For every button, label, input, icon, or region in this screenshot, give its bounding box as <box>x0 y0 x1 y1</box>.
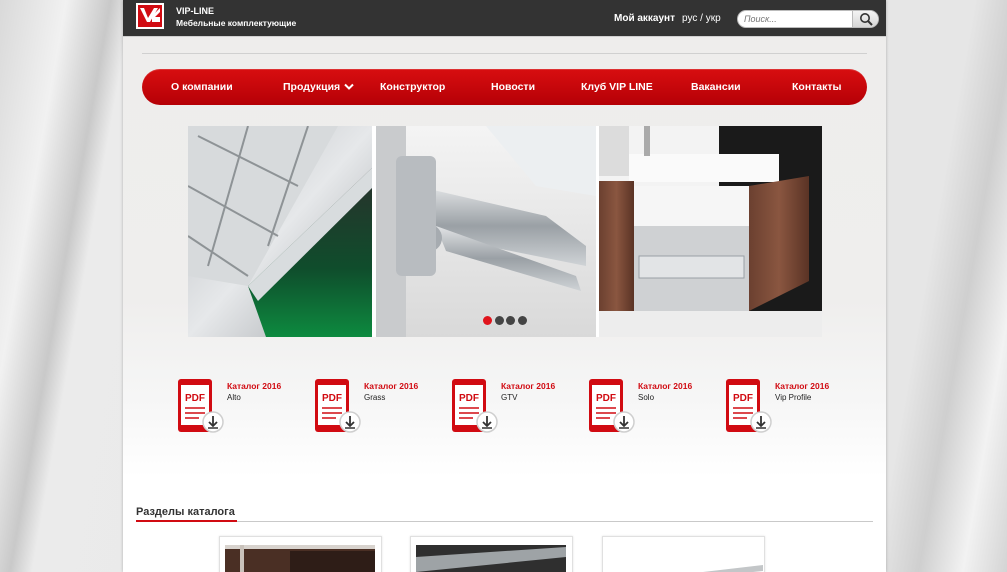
section-thumbnail-image <box>225 545 375 572</box>
catalog-download-item[interactable]: PDF Каталог 2016 Vip Profile <box>725 378 855 436</box>
section-divider <box>136 521 873 522</box>
catalog-name: Alto <box>227 393 241 402</box>
catalog-section-card[interactable] <box>602 536 765 572</box>
nav-item-products[interactable]: Продукция <box>283 81 354 93</box>
catalog-name: Vip Profile <box>775 393 812 402</box>
nav-item-about[interactable]: О компании <box>171 81 233 93</box>
my-account-link[interactable]: Мой аккаунт <box>614 13 675 24</box>
catalog-downloads: PDF Каталог 2016 Alto PDF Каталог 2016 Grass P… <box>123 378 886 438</box>
slider-dot[interactable] <box>506 316 515 325</box>
catalog-section-card[interactable] <box>410 536 573 572</box>
search-button[interactable] <box>852 11 878 27</box>
logo-mark-icon <box>138 5 162 27</box>
nav-item-label: Конструктор <box>380 81 446 93</box>
search-box <box>737 10 879 28</box>
catalog-name: Grass <box>364 393 386 402</box>
nav-item-constructor[interactable]: Конструктор <box>380 81 445 93</box>
main-navigation: О компании Продукция Конструктор Новости… <box>142 69 867 105</box>
slider-dot[interactable] <box>494 316 504 325</box>
section-title: Разделы каталога <box>136 506 235 518</box>
catalog-name: GTV <box>501 393 518 402</box>
nav-item-label: Контакты <box>792 81 842 93</box>
section-thumbnail-image <box>603 537 764 572</box>
nav-item-label: О компании <box>171 81 233 93</box>
search-icon <box>860 13 873 26</box>
search-input[interactable] <box>738 11 853 27</box>
slider-dot[interactable] <box>517 316 527 325</box>
catalog-title: Каталог 2016 <box>227 381 282 391</box>
top-bar: VIP-LINE Мебельные комплектующие Мой акк… <box>123 0 886 36</box>
catalog-download-item[interactable]: PDF Каталог 2016 Alto <box>177 378 307 436</box>
catalog-title: Каталог 2016 <box>775 381 830 391</box>
logo[interactable] <box>136 3 164 29</box>
chevron-down-icon <box>344 83 354 90</box>
slide-image-bathroom-drawer <box>599 126 822 337</box>
hero-slider[interactable] <box>188 126 822 337</box>
page: VIP-LINE Мебельные комплектующие Мой акк… <box>123 0 886 572</box>
nav-item-label: Вакансии <box>691 81 741 93</box>
nav-item-label: Клуб VIP LINE <box>581 81 653 93</box>
catalog-download-item[interactable]: PDF Каталог 2016 Solo <box>588 378 718 436</box>
divider <box>123 36 886 37</box>
nav-item-contacts[interactable]: Контакты <box>792 81 842 93</box>
catalog-title: Каталог 2016 <box>501 381 556 391</box>
pdf-download-icon: PDF <box>315 379 361 433</box>
catalog-title: Каталог 2016 <box>364 381 419 391</box>
catalog-section-card[interactable] <box>219 536 382 572</box>
pdf-label: PDF <box>459 393 479 404</box>
pdf-download-icon: PDF <box>178 379 224 433</box>
pdf-label: PDF <box>733 393 753 404</box>
nav-item-label: Продукция <box>283 81 341 93</box>
lang-ru-link[interactable]: рус <box>682 13 697 24</box>
catalog-download-item[interactable]: PDF Каталог 2016 GTV <box>451 378 581 436</box>
pdf-download-icon: PDF <box>589 379 635 433</box>
pdf-download-icon: PDF <box>452 379 498 433</box>
pdf-label: PDF <box>322 393 342 404</box>
lang-uk-link[interactable]: укр <box>706 13 721 24</box>
nav-item-vacancies[interactable]: Вакансии <box>691 81 741 93</box>
slider-dot[interactable] <box>483 316 492 325</box>
divider <box>142 53 867 54</box>
brand-title: VIP-LINE <box>176 6 215 16</box>
brand-subtitle: Мебельные комплектующие <box>176 18 297 28</box>
catalog-title: Каталог 2016 <box>638 381 693 391</box>
catalog-name: Solo <box>638 393 655 402</box>
slide-image-drawer-organizer <box>188 126 374 337</box>
section-title-underline <box>136 520 237 522</box>
pdf-download-icon: PDF <box>726 379 772 433</box>
nav-item-news[interactable]: Новости <box>491 81 535 93</box>
pdf-label: PDF <box>185 393 205 404</box>
slide-image-lift-mechanism <box>376 126 596 337</box>
pdf-label: PDF <box>596 393 616 404</box>
language-switcher: рус / укр <box>682 13 721 24</box>
catalog-download-item[interactable]: PDF Каталог 2016 Grass <box>314 378 444 436</box>
section-thumbnail-image <box>416 545 566 572</box>
nav-item-label: Новости <box>491 81 536 93</box>
nav-item-vip-club[interactable]: Клуб VIP LINE <box>581 81 653 93</box>
lang-separator: / <box>700 13 703 24</box>
